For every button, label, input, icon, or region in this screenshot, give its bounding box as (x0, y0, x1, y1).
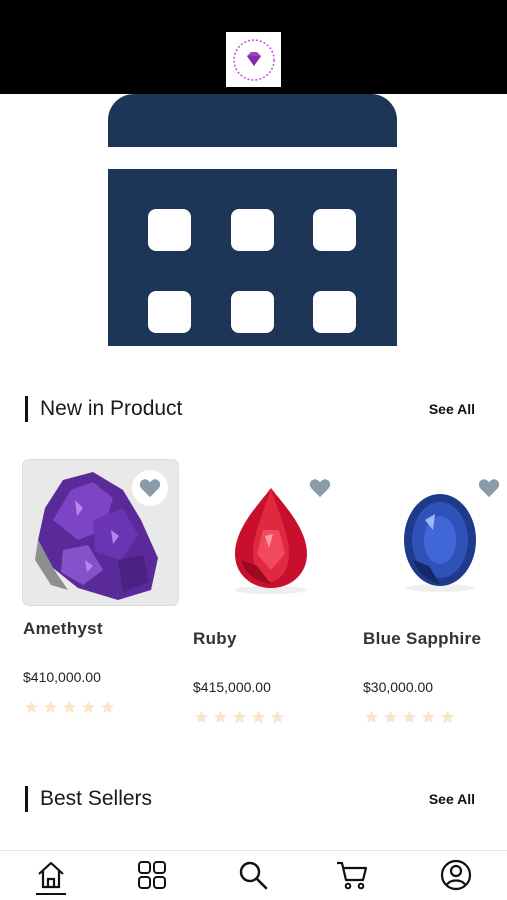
top-bar (0, 0, 507, 94)
product-price: $410,000.00 (23, 669, 101, 685)
nav-search[interactable] (235, 857, 271, 893)
product-name[interactable]: Amethyst (23, 619, 103, 639)
star-icon (383, 710, 398, 724)
star-icon (24, 700, 39, 714)
home-icon (38, 861, 64, 889)
star-icon (100, 700, 115, 714)
product-name[interactable]: Blue Sapphire (363, 629, 481, 649)
star-icon (43, 700, 58, 714)
nav-cart[interactable] (334, 857, 370, 893)
product-card[interactable]: Amethyst $410,000.00 (23, 460, 183, 720)
section-title: New in Product (40, 397, 183, 420)
heart-icon (139, 479, 161, 498)
section-accent-bar (25, 396, 28, 422)
see-all-new-link[interactable]: See All (429, 401, 475, 417)
rating-stars (193, 709, 286, 725)
product-card[interactable]: Blue Sapphire $30,000.00 (363, 470, 507, 730)
search-icon (239, 861, 268, 890)
star-icon (232, 710, 247, 724)
nav-categories[interactable] (134, 857, 170, 893)
favorite-button[interactable] (471, 470, 507, 506)
calendar-grid-icon (108, 169, 397, 346)
star-icon (364, 710, 379, 724)
new-in-product-header: New in Product See All (25, 395, 485, 423)
star-icon (421, 710, 436, 724)
nav-profile[interactable] (438, 857, 474, 893)
nav-home[interactable] (33, 857, 69, 893)
star-icon (194, 710, 209, 724)
product-card[interactable]: Ruby $415,000.00 (193, 470, 353, 730)
product-price: $30,000.00 (363, 679, 434, 695)
star-icon (213, 710, 228, 724)
user-icon (440, 859, 472, 891)
star-icon (270, 710, 285, 724)
heart-icon (309, 479, 331, 498)
cart-icon (337, 861, 368, 890)
promo-banner[interactable] (0, 94, 507, 364)
grid-icon (138, 861, 166, 889)
star-icon (62, 700, 77, 714)
product-name[interactable]: Ruby (193, 629, 237, 649)
brand-logo[interactable] (226, 32, 281, 87)
star-icon (402, 710, 417, 724)
star-icon (440, 710, 455, 724)
star-icon (251, 710, 266, 724)
favorite-button[interactable] (302, 470, 338, 506)
gem-logo-icon (232, 38, 275, 81)
calendar-header-shape (108, 94, 397, 147)
see-all-best-link[interactable]: See All (429, 791, 475, 807)
product-price: $415,000.00 (193, 679, 271, 695)
rating-stars (363, 709, 456, 725)
section-accent-bar (25, 786, 28, 812)
active-tab-indicator (36, 893, 66, 895)
rating-stars (23, 699, 116, 715)
favorite-button[interactable] (132, 470, 168, 506)
best-sellers-header: Best Sellers See All (25, 785, 485, 813)
bottom-nav (0, 850, 507, 900)
star-icon (81, 700, 96, 714)
section-title: Best Sellers (40, 787, 153, 810)
heart-icon (478, 479, 500, 498)
